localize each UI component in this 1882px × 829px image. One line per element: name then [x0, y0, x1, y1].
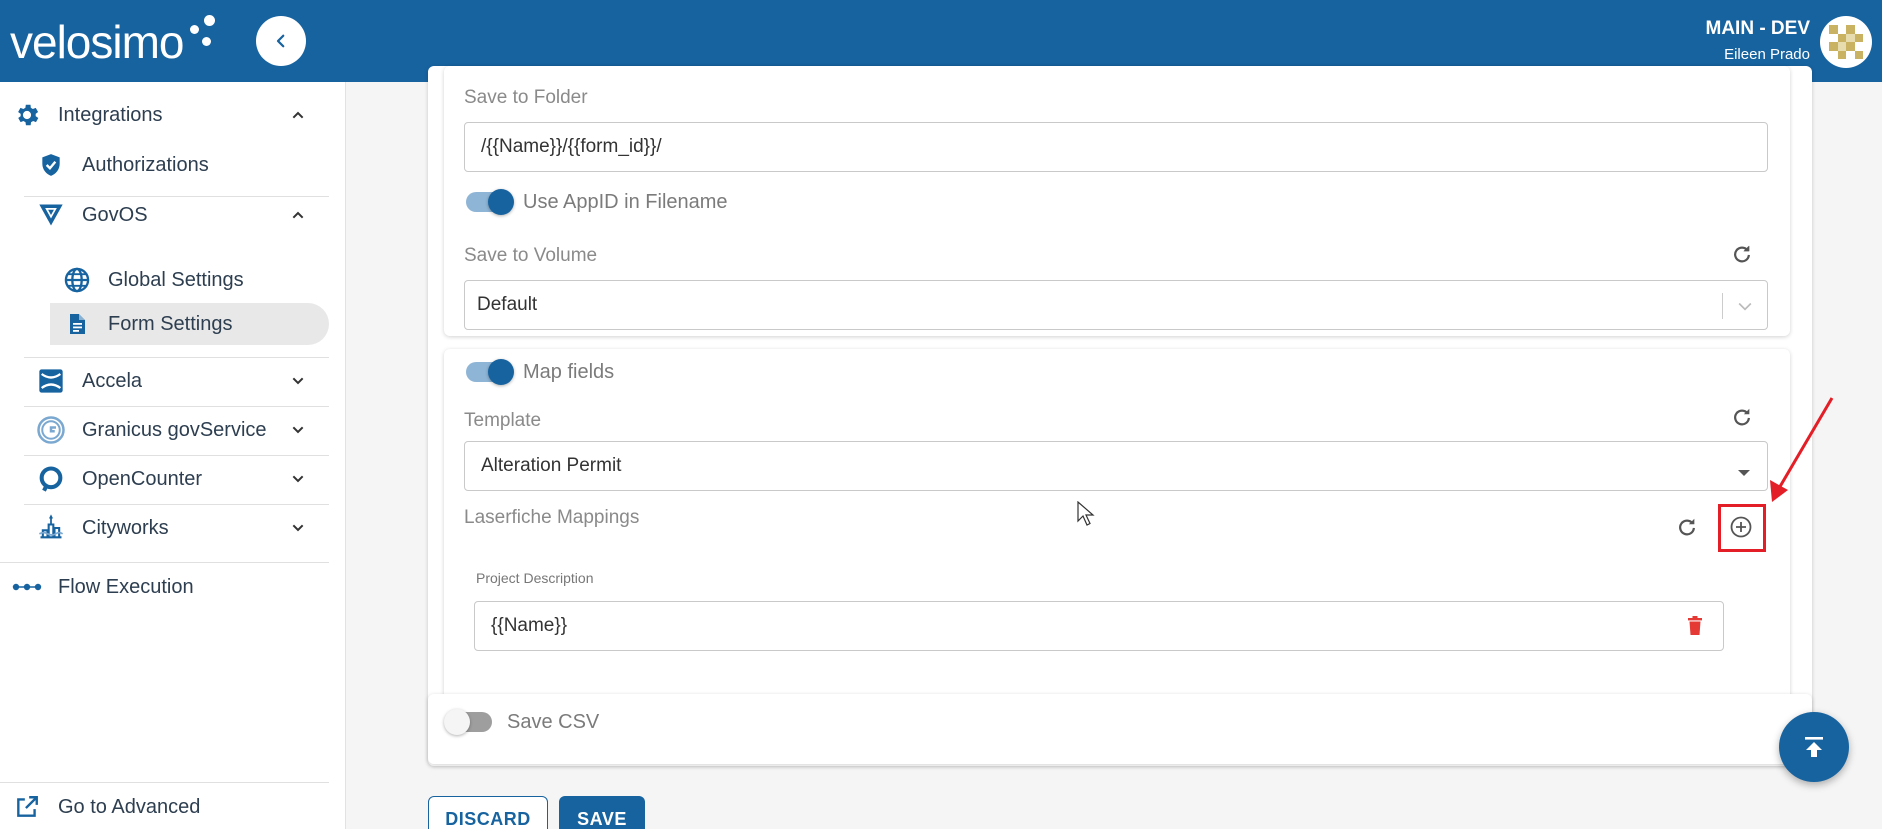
sidebar-item-govos[interactable]: GovOS: [36, 198, 334, 232]
refresh-volume-button[interactable]: [1728, 240, 1756, 268]
sidebar-item-label: Granicus govService: [82, 418, 267, 441]
refresh-template-button[interactable]: [1728, 403, 1756, 431]
divider: [24, 406, 329, 407]
sidebar-item-label: Accela: [82, 369, 143, 392]
main-content: Save to Folder /{{Name}}/{{form_id}}/ Us…: [346, 66, 1882, 829]
use-appid-label: Use AppID in Filename: [523, 191, 728, 213]
opencounter-icon: [36, 464, 66, 494]
chevron-left-icon: [276, 34, 285, 48]
govos-icon: [36, 200, 66, 230]
chevron-down-icon: [288, 420, 308, 440]
template-select[interactable]: Alteration Permit: [464, 441, 1768, 491]
map-fields-card: [444, 349, 1790, 750]
sidebar-item-authorizations[interactable]: Authorizations: [36, 148, 334, 182]
sidebar-item-integrations[interactable]: Integrations: [12, 98, 334, 132]
sidebar-item-cityworks[interactable]: Cityworks: [36, 511, 334, 545]
arrow-up-to-top-icon: [1805, 737, 1823, 757]
avatar[interactable]: [1820, 16, 1872, 68]
toggle-knob: [488, 359, 514, 385]
cityworks-icon: [36, 513, 66, 543]
environment-title: MAIN - DEV: [1705, 18, 1811, 39]
environment-info: MAIN - DEV Eileen Prado: [1706, 18, 1811, 63]
sidebar-item-granicus[interactable]: Granicus govService: [36, 413, 334, 447]
map-fields-toggle[interactable]: [466, 359, 514, 385]
sidebar-item-label: GovOS: [82, 203, 148, 226]
save-csv-card: [428, 694, 1812, 764]
select-divider: [1722, 293, 1723, 319]
save-to-volume-value: Default: [477, 294, 538, 315]
refresh-icon: [1734, 245, 1750, 263]
annotation-arrow-icon: [1770, 397, 1834, 502]
save-csv-toggle[interactable]: [444, 709, 492, 735]
discard-button[interactable]: DISCARD: [428, 796, 548, 829]
chevron-up-icon: [288, 105, 308, 125]
flow-dots-icon: [12, 572, 42, 602]
project-description-input[interactable]: {{Name}}: [474, 601, 1724, 651]
annotation-highlight-box: [1718, 504, 1766, 552]
shield-check-icon: [36, 150, 66, 180]
divider: [24, 455, 329, 456]
caret-down-icon: [1737, 462, 1751, 484]
save-to-folder-value: /{{Name}}/{{form_id}}/: [481, 136, 662, 157]
sidebar: Integrations Authorizations GovOS Global…: [0, 82, 346, 829]
mouse-cursor-icon: [1077, 501, 1095, 526]
toggle-knob: [444, 709, 470, 735]
use-appid-toggle[interactable]: [466, 189, 514, 215]
template-label: Template: [464, 410, 542, 431]
chevron-down-icon: [288, 469, 308, 489]
divider: [24, 357, 329, 358]
sidebar-item-label: Form Settings: [108, 312, 233, 335]
sidebar-item-label: Authorizations: [82, 153, 209, 176]
template-value: Alteration Permit: [481, 455, 622, 476]
sidebar-item-label: Cityworks: [82, 516, 169, 539]
divider: [0, 562, 329, 563]
chevron-down-icon: [1735, 296, 1755, 322]
refresh-icon: [1679, 518, 1695, 536]
sidebar-item-label: Global Settings: [108, 268, 244, 291]
logo-text: velosimo: [10, 16, 185, 68]
save-to-folder-input[interactable]: /{{Name}}/{{form_id}}/: [464, 122, 1768, 172]
scroll-to-top-button[interactable]: [1779, 712, 1849, 782]
save-to-volume-label: Save to Volume: [464, 245, 598, 266]
accela-icon: [36, 366, 66, 396]
project-description-value: {{Name}}: [491, 615, 568, 636]
sidebar-item-accela[interactable]: Accela: [36, 364, 334, 398]
globe-icon: [62, 265, 92, 295]
refresh-icon: [1734, 408, 1750, 426]
sidebar-item-label: OpenCounter: [82, 467, 203, 490]
toggle-knob: [488, 189, 514, 215]
save-to-volume-select[interactable]: Default: [464, 280, 1768, 330]
chevron-up-icon: [288, 205, 308, 225]
laserfiche-mappings-label: Laserfiche Mappings: [464, 507, 640, 528]
gear-icon: [12, 100, 42, 130]
divider: [0, 782, 329, 783]
user-name: Eileen Prado: [1724, 46, 1810, 63]
document-icon: [62, 309, 92, 339]
go-to-advanced-link[interactable]: Go to Advanced: [12, 790, 334, 824]
logo-dots-icon: [186, 13, 220, 53]
project-description-label: Project Description: [476, 570, 594, 586]
refresh-mappings-button[interactable]: [1673, 513, 1701, 541]
chevron-down-icon: [288, 371, 308, 391]
chevron-down-icon: [288, 518, 308, 538]
sidebar-item-form-settings[interactable]: Form Settings: [62, 307, 332, 341]
save-to-folder-label: Save to Folder: [464, 87, 588, 108]
save-csv-label: Save CSV: [507, 711, 600, 733]
trash-icon[interactable]: [1687, 616, 1703, 642]
sidebar-item-global-settings[interactable]: Global Settings: [62, 263, 332, 297]
velosimo-logo[interactable]: velosimo: [10, 14, 220, 70]
sidebar-item-label: Go to Advanced: [58, 795, 201, 818]
sidebar-item-label: Flow Execution: [58, 575, 194, 598]
map-fields-label: Map fields: [523, 361, 615, 383]
sidebar-item-flow-execution[interactable]: Flow Execution: [12, 570, 334, 604]
sidebar-item-label: Integrations: [58, 103, 163, 126]
granicus-icon: [36, 415, 66, 445]
save-button[interactable]: SAVE: [559, 796, 645, 829]
external-link-icon: [12, 792, 42, 822]
collapse-sidebar-button[interactable]: [256, 16, 306, 66]
divider: [24, 504, 329, 505]
divider: [24, 196, 329, 197]
sidebar-item-opencounter[interactable]: OpenCounter: [36, 462, 334, 496]
